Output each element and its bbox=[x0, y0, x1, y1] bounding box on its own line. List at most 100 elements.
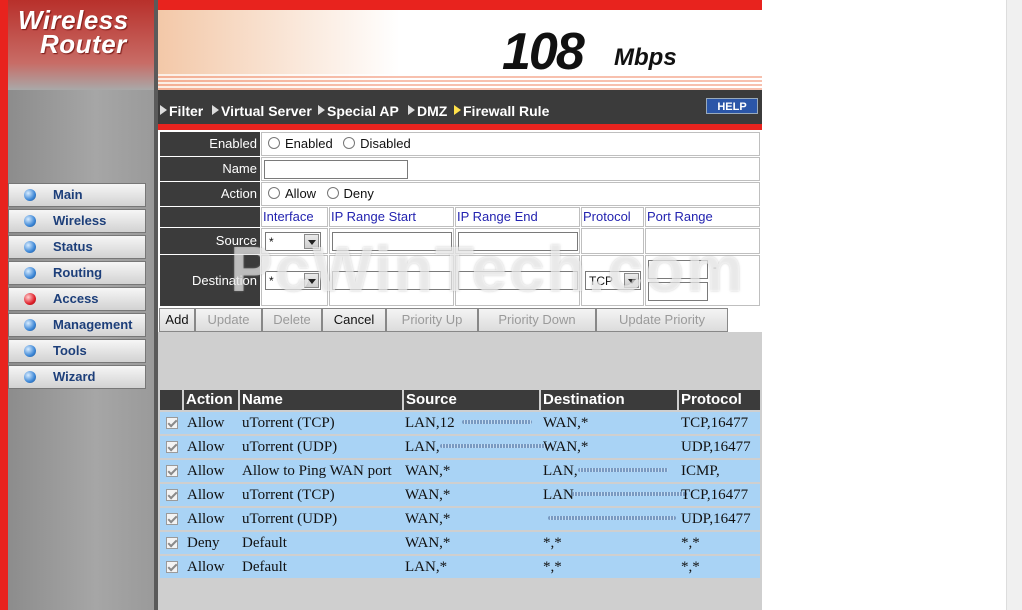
vertical-scrollbar[interactable] bbox=[1006, 0, 1022, 610]
row-source: WAN,* bbox=[405, 463, 451, 479]
tab-firewall-rule[interactable]: Firewall Rule bbox=[454, 103, 549, 119]
port-range-header: Port Range bbox=[647, 209, 713, 224]
name-column-header: Name bbox=[240, 390, 402, 410]
row-protocol: TCP,16477 bbox=[681, 487, 749, 503]
tab-special-ap[interactable]: Special AP bbox=[318, 103, 399, 119]
redaction-scribble bbox=[572, 492, 687, 496]
dest-port-cell: - bbox=[645, 255, 760, 306]
deny-option: Deny bbox=[343, 186, 374, 201]
cancel-button[interactable]: Cancel bbox=[322, 308, 386, 332]
row-action: Allow bbox=[187, 463, 225, 479]
row-destination: WAN,* bbox=[543, 415, 589, 431]
table-row[interactable]: Allow uTorrent (TCP) LAN,12 WAN,* TCP,16… bbox=[160, 412, 760, 434]
destination-port-end-input[interactable] bbox=[648, 282, 708, 301]
deny-radio[interactable] bbox=[326, 187, 339, 199]
allow-radio[interactable] bbox=[268, 187, 280, 199]
row-destination: *,* bbox=[543, 535, 562, 551]
source-column-header: Source bbox=[404, 390, 539, 410]
sidebar-item-label: Wizard bbox=[53, 369, 96, 384]
destination-ip-end-input[interactable] bbox=[458, 271, 578, 290]
tab-label: Firewall Rule bbox=[463, 103, 550, 119]
delete-button[interactable]: Delete bbox=[262, 308, 322, 332]
priority-down-button[interactable]: Priority Down bbox=[478, 308, 596, 332]
tab-virtual-server[interactable]: Virtual Server bbox=[212, 103, 312, 119]
row-checkbox[interactable] bbox=[166, 537, 178, 549]
sidebar-item-routing[interactable]: Routing bbox=[8, 261, 146, 285]
bullet-icon bbox=[24, 241, 36, 253]
arrow-icon bbox=[408, 105, 415, 115]
router-admin-page: Wireless Router Main Wireless Status Rou… bbox=[0, 0, 1022, 610]
sidebar-item-label: Status bbox=[53, 239, 93, 254]
table-row[interactable]: Allow uTorrent (UDP) LAN, WAN,* UDP,1647… bbox=[160, 436, 760, 458]
speed-unit: Mbps bbox=[614, 44, 677, 71]
table-row[interactable]: Deny Default WAN,* *,* *,* bbox=[160, 532, 760, 554]
sidebar-item-label: Tools bbox=[53, 343, 87, 358]
row-checkbox[interactable] bbox=[166, 441, 178, 453]
banner-red-bar bbox=[158, 0, 762, 10]
action-label: Action bbox=[160, 182, 260, 206]
redaction-scribble bbox=[548, 516, 676, 520]
interface-header-cell: Interface bbox=[261, 207, 328, 227]
update-priority-button[interactable]: Update Priority bbox=[596, 308, 728, 332]
blank-label-cell bbox=[160, 207, 260, 227]
row-protocol: *,* bbox=[681, 535, 700, 551]
table-row[interactable]: Allow Default LAN,* *,* *,* bbox=[160, 556, 760, 578]
sidebar-item-management[interactable]: Management bbox=[8, 313, 146, 337]
sidebar-item-access[interactable]: Access bbox=[8, 287, 146, 311]
ip-end-header-cell: IP Range End bbox=[455, 207, 580, 227]
sidebar-item-tools[interactable]: Tools bbox=[8, 339, 146, 363]
bullet-icon bbox=[24, 215, 36, 227]
protocol-column-header: Protocol bbox=[679, 390, 760, 410]
disabled-radio[interactable] bbox=[343, 137, 356, 149]
bullet-icon bbox=[24, 267, 36, 279]
dest-protocol-cell: TCP bbox=[581, 255, 644, 306]
destination-interface-select[interactable]: * bbox=[265, 271, 321, 290]
row-checkbox[interactable] bbox=[166, 489, 178, 501]
row-destination: WAN,* bbox=[543, 439, 589, 455]
sidebar-item-label: Wireless bbox=[53, 213, 107, 228]
row-source: WAN,* bbox=[405, 535, 451, 551]
source-ip-end-input[interactable] bbox=[458, 232, 578, 251]
brand-logo: Wireless Router bbox=[8, 0, 154, 90]
source-interface-select[interactable]: * bbox=[265, 232, 321, 251]
destination-ip-start-input[interactable] bbox=[332, 271, 452, 290]
speed-value: 108 bbox=[502, 23, 585, 81]
source-ip-start-input[interactable] bbox=[332, 232, 452, 251]
sidebar-item-wizard[interactable]: Wizard bbox=[8, 365, 146, 389]
table-row[interactable]: Allow uTorrent (UDP) WAN,* UDP,16477 bbox=[160, 508, 760, 530]
row-checkbox[interactable] bbox=[166, 561, 178, 573]
enabled-field: Enabled Disabled bbox=[261, 132, 760, 156]
port-range-header-cell: Port Range bbox=[645, 207, 760, 227]
sidebar-item-wireless[interactable]: Wireless bbox=[8, 209, 146, 233]
row-name: uTorrent (TCP) bbox=[242, 487, 335, 503]
sidebar-item-main[interactable]: Main bbox=[8, 183, 146, 207]
help-button[interactable]: HELP bbox=[706, 98, 758, 114]
table-row[interactable]: Allow uTorrent (TCP) WAN,* LAN TCP,16477 bbox=[160, 484, 760, 506]
sidebar-item-status[interactable]: Status bbox=[8, 235, 146, 259]
tab-label: DMZ bbox=[417, 103, 448, 119]
row-action: Allow bbox=[187, 415, 225, 431]
port-range-separator: - bbox=[713, 262, 717, 274]
destination-protocol-select[interactable]: TCP bbox=[585, 271, 641, 290]
tab-dmz[interactable]: DMZ bbox=[408, 103, 447, 119]
row-source: WAN,* bbox=[405, 511, 451, 527]
row-checkbox[interactable] bbox=[166, 417, 178, 429]
row-checkbox[interactable] bbox=[166, 513, 178, 525]
add-button[interactable]: Add bbox=[159, 308, 195, 332]
source-ip-end-cell bbox=[455, 228, 580, 254]
arrow-icon bbox=[212, 105, 219, 115]
priority-up-button[interactable]: Priority Up bbox=[386, 308, 478, 332]
enabled-radio[interactable] bbox=[268, 137, 280, 149]
name-input[interactable] bbox=[264, 160, 408, 179]
redaction-scribble bbox=[440, 444, 550, 448]
table-row[interactable]: Allow Allow to Ping WAN port WAN,* LAN, … bbox=[160, 460, 760, 482]
dest-ip-end-cell bbox=[455, 255, 580, 306]
tab-filter[interactable]: Filter bbox=[160, 103, 203, 119]
dest-iface-cell: * bbox=[261, 255, 328, 306]
update-button[interactable]: Update bbox=[195, 308, 262, 332]
destination-port-start-input[interactable] bbox=[648, 260, 708, 279]
source-port-cell bbox=[645, 228, 760, 254]
row-checkbox[interactable] bbox=[166, 465, 178, 477]
row-name: Default bbox=[242, 559, 287, 575]
chevron-down-icon bbox=[624, 273, 639, 288]
